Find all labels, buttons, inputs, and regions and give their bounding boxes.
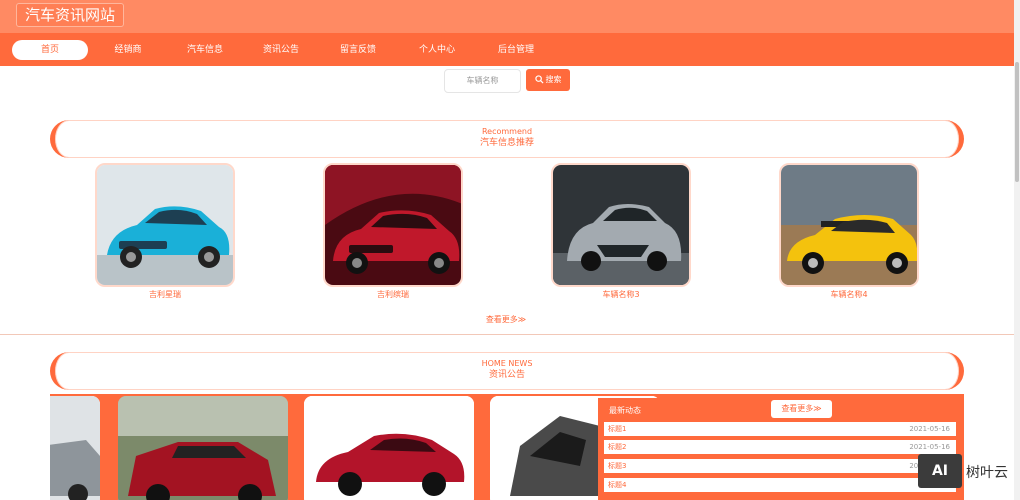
news-image-3[interactable] (304, 396, 474, 500)
news-row-2[interactable]: 标题2 2021-05-16 (604, 440, 956, 454)
recommend-banner: Recommend 汽车信息推荐 (50, 120, 964, 158)
latest-news-panel: 最新动态 查看更多≫ 标题1 2021-05-16 标题2 2021-05-16… (598, 398, 960, 500)
news-row-title: 标题3 (608, 462, 627, 470)
news-title-cn: 资讯公告 (488, 370, 525, 380)
nav-item-profile[interactable]: 个人中心 (408, 40, 466, 60)
watermark: AI 树叶云 (918, 454, 1014, 490)
scrollbar-thumb[interactable] (1015, 62, 1019, 182)
nav-item-news[interactable]: 资讯公告 (252, 40, 310, 60)
recommend-more-link[interactable]: 查看更多≫ (480, 314, 532, 325)
nav-item-dealers[interactable]: 经销商 (100, 40, 156, 60)
site-title[interactable]: 汽车资讯网站 (16, 3, 124, 27)
news-row-date: 2021-05-16 (909, 443, 950, 451)
car-card-1[interactable] (95, 163, 235, 287)
nav-item-home[interactable]: 首页 (12, 40, 88, 60)
search-button[interactable]: 搜索 (526, 69, 570, 91)
news-banner: HOME NEWS 资讯公告 (50, 352, 964, 390)
car-card-4[interactable] (779, 163, 919, 287)
main-nav: 首页 经销商 汽车信息 资讯公告 留言反馈 个人中心 后台管理 (0, 33, 1014, 66)
news-photo-2 (118, 396, 288, 500)
car-name-4[interactable]: 车辆名称4 (779, 289, 919, 300)
news-title-en: HOME NEWS (481, 359, 533, 368)
news-row-title: 标题4 (608, 481, 627, 489)
nav-item-car-info[interactable]: 汽车信息 (176, 40, 234, 60)
top-header: 汽车资讯网站 (0, 0, 1014, 33)
news-row-title: 标题2 (608, 443, 627, 451)
car-image-3 (553, 165, 689, 285)
car-image-1 (97, 165, 233, 285)
latest-news-more-button[interactable]: 查看更多≫ (771, 400, 832, 418)
section-divider (0, 334, 1014, 335)
news-row-title: 标题1 (608, 425, 627, 433)
news-photo-3 (304, 396, 474, 500)
car-name-1[interactable]: 吉利星瑞 (95, 289, 235, 300)
watermark-logo: AI (918, 454, 962, 488)
car-image-2 (325, 165, 461, 285)
news-image-1[interactable] (50, 396, 100, 500)
recommend-title-cn: 汽车信息推荐 (479, 138, 534, 148)
nav-item-admin[interactable]: 后台管理 (486, 40, 546, 60)
car-card-3[interactable] (551, 163, 691, 287)
search-button-label: 搜索 (545, 75, 562, 84)
news-row-date: 2021-05-16 (909, 425, 950, 433)
news-row-4[interactable]: 标题4 (604, 478, 956, 492)
news-row-1[interactable]: 标题1 2021-05-16 (604, 422, 956, 436)
car-name-2[interactable]: 吉利缤瑞 (323, 289, 463, 300)
car-card-2[interactable] (323, 163, 463, 287)
latest-news-title: 最新动态 (609, 406, 641, 415)
news-photo-1 (50, 396, 100, 500)
recommend-title-en: Recommend (481, 127, 533, 136)
watermark-text: 树叶云 (966, 465, 1008, 481)
car-name-3[interactable]: 车辆名称3 (551, 289, 691, 300)
nav-item-feedback[interactable]: 留言反馈 (329, 40, 387, 60)
car-image-4 (781, 165, 917, 285)
page-scrollbar[interactable] (1014, 0, 1020, 500)
search-icon (534, 75, 544, 84)
news-image-2[interactable] (118, 396, 288, 500)
search-input[interactable]: 车辆名称 (444, 69, 521, 93)
news-row-3[interactable]: 标题3 2021-05-16 (604, 459, 956, 473)
